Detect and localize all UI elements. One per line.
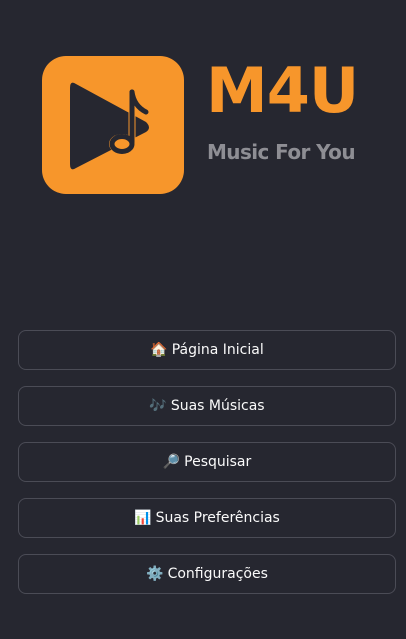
settings-button[interactable]: ⚙️ Configurações bbox=[18, 554, 396, 594]
search-button[interactable]: 🔎 Pesquisar bbox=[18, 442, 396, 482]
gear-icon: ⚙️ bbox=[146, 566, 164, 582]
home-button[interactable]: 🏠 Página Inicial bbox=[18, 330, 396, 370]
play-music-note-icon bbox=[70, 82, 150, 170]
preferences-button-label: Suas Preferências bbox=[155, 510, 280, 526]
search-button-label: Pesquisar bbox=[184, 454, 252, 470]
my-music-button[interactable]: 🎶 Suas Músicas bbox=[18, 386, 396, 426]
settings-button-label: Configurações bbox=[167, 566, 268, 582]
music-notes-icon: 🎶 bbox=[149, 398, 167, 414]
house-icon: 🏠 bbox=[150, 342, 168, 358]
navigation-menu: 🏠 Página Inicial 🎶 Suas Músicas 🔎 Pesqui… bbox=[18, 330, 396, 610]
app-logo: M4U Music For You bbox=[42, 56, 372, 196]
preferences-button[interactable]: 📊 Suas Preferências bbox=[18, 498, 396, 538]
brand-tagline: Music For You bbox=[207, 140, 356, 164]
brand-name: M4U bbox=[206, 54, 359, 127]
home-button-label: Página Inicial bbox=[171, 342, 264, 358]
logo-tile bbox=[42, 56, 184, 194]
magnifier-icon: 🔎 bbox=[162, 454, 181, 470]
my-music-button-label: Suas Músicas bbox=[170, 398, 265, 414]
bar-chart-icon: 📊 bbox=[134, 510, 152, 526]
